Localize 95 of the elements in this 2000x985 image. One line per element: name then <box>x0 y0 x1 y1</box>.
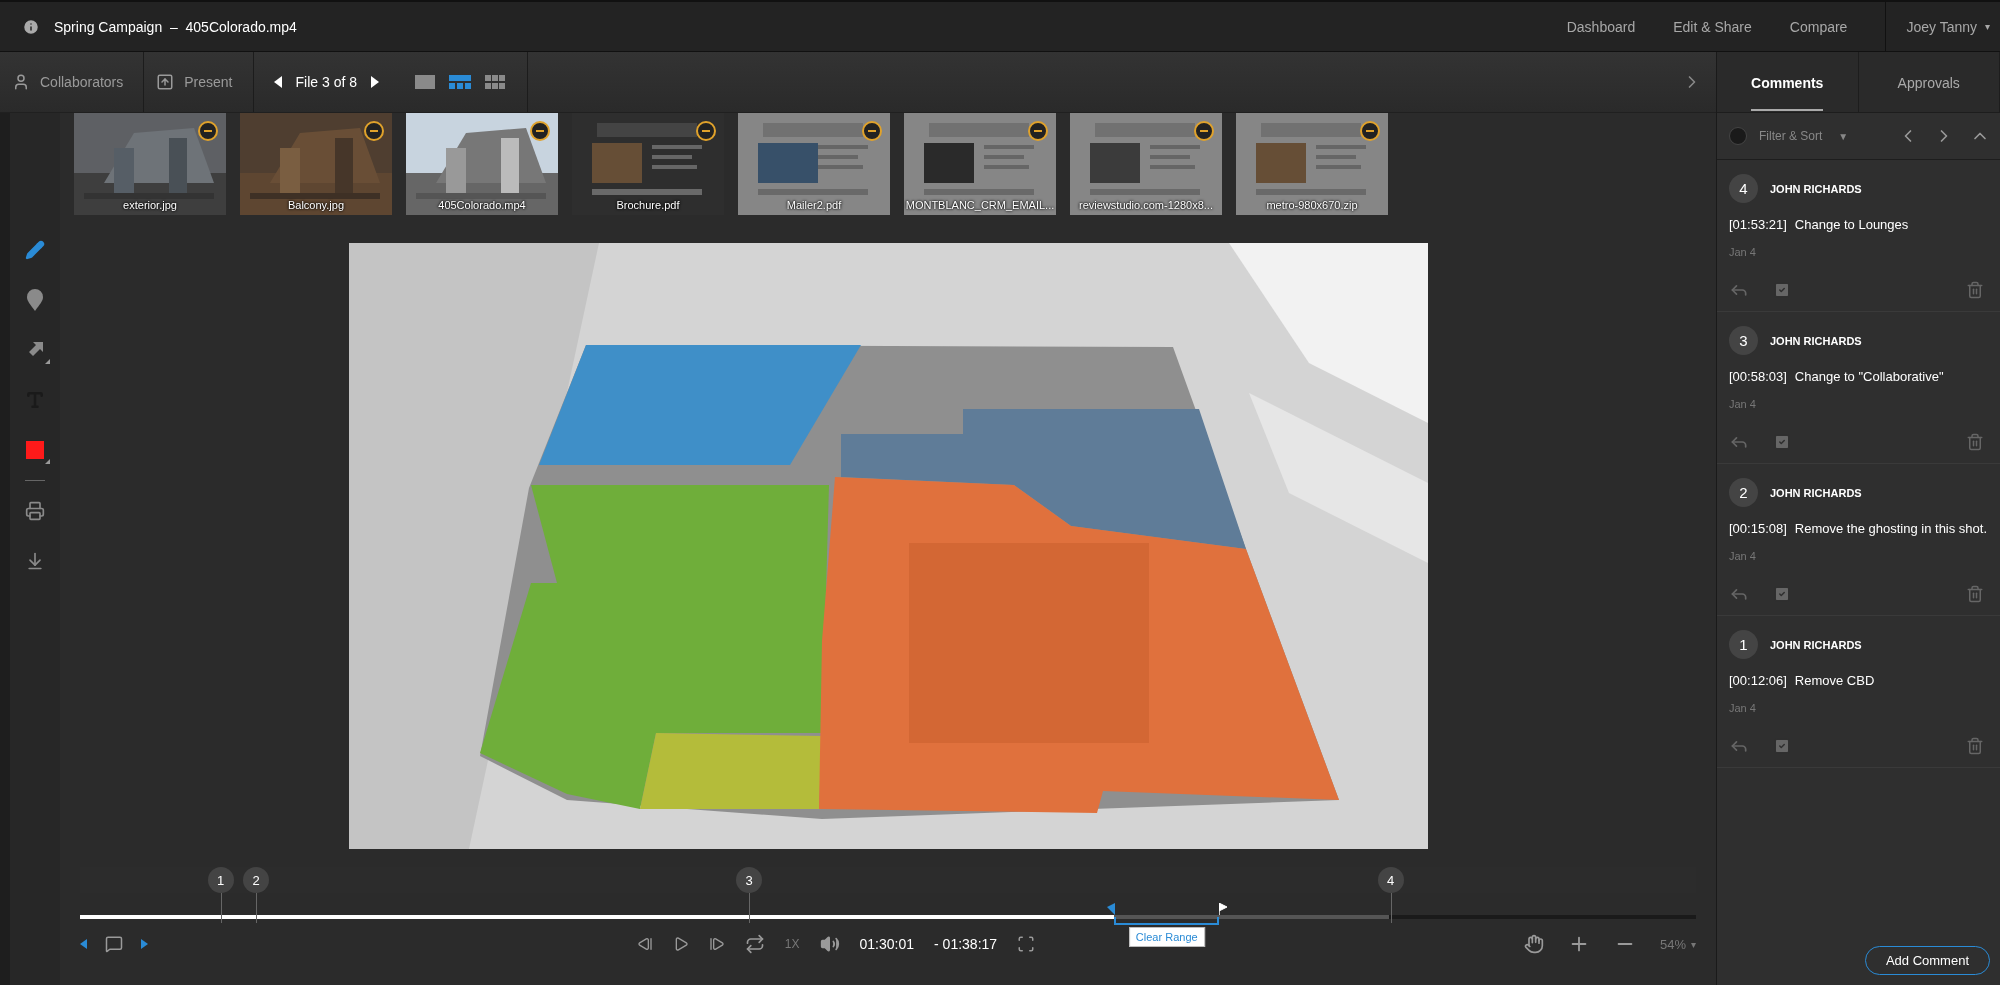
remove-icon[interactable] <box>1028 121 1048 141</box>
clear-range-button[interactable]: Clear Range <box>1128 927 1205 947</box>
comment-timecode[interactable]: [00:58:03] <box>1729 369 1787 384</box>
comment-date: Jan 4 <box>1729 398 1757 410</box>
file-thumbnail[interactable]: Mailer2.pdf <box>738 113 890 215</box>
comment-number: 4 <box>1729 174 1758 203</box>
delete-icon[interactable] <box>1966 585 1984 603</box>
step-back-icon[interactable] <box>636 936 653 952</box>
previous-comment-button[interactable] <box>80 939 87 949</box>
comment-marker[interactable]: 4 <box>1377 867 1404 893</box>
comment-author: JOHN RICHARDS <box>1770 638 1862 651</box>
next-comment-button[interactable] <box>141 939 148 949</box>
comment-marker[interactable]: 1 <box>207 867 234 893</box>
remove-icon[interactable] <box>862 121 882 141</box>
file-name: Mailer2.pdf <box>785 199 843 211</box>
comment-timecode[interactable]: [00:12:06] <box>1729 673 1787 688</box>
single-view-icon <box>415 75 435 89</box>
file-name: metro-980x670.zip <box>1265 199 1359 211</box>
collaborators-button[interactable]: Collaborators <box>0 52 145 112</box>
delete-icon[interactable] <box>1966 281 1984 299</box>
view-mode-button[interactable] <box>485 75 505 89</box>
file-thumbnail[interactable]: Balcony.jpg <box>240 113 392 215</box>
elapsed-time: 01:30:01 <box>859 936 915 952</box>
comment-icon[interactable] <box>105 935 123 953</box>
file-thumbnail[interactable]: MONTBLANC_CRM_EMAIL... <box>904 113 1056 215</box>
remove-icon[interactable] <box>198 121 218 141</box>
panel-tab[interactable]: Approvals <box>1858 52 2000 112</box>
resolve-checkbox-icon[interactable] <box>1773 433 1791 451</box>
file-thumbnail[interactable]: 405Colorado.mp4 <box>406 113 558 215</box>
comment-date: Jan 4 <box>1729 246 1757 258</box>
remove-icon[interactable] <box>364 121 384 141</box>
comment-number: 2 <box>1729 478 1758 507</box>
previous-file-button[interactable] <box>273 76 282 88</box>
file-counter: File 3 of 8 <box>295 74 357 90</box>
comment-date: Jan 4 <box>1729 550 1757 562</box>
fullscreen-icon[interactable] <box>1017 935 1036 953</box>
window-title: Spring Campaign – 405Colorado.mp4 <box>54 18 297 35</box>
volume-icon[interactable] <box>819 934 840 954</box>
nav-link[interactable]: Compare <box>1789 18 1848 35</box>
print-icon <box>25 501 45 521</box>
nav-link[interactable]: Dashboard <box>1566 18 1636 35</box>
loop-icon[interactable] <box>744 934 765 954</box>
person-icon <box>12 73 30 91</box>
file-name: Brochure.pdf <box>615 199 681 211</box>
remove-icon[interactable] <box>696 121 716 141</box>
comment-timecode[interactable]: [01:53:21] <box>1729 217 1787 232</box>
grid-view-icon <box>485 75 505 89</box>
comment-date: Jan 4 <box>1729 702 1757 714</box>
panel-tab[interactable]: Comments <box>1717 52 1859 112</box>
filter-sort-dropdown[interactable]: Filter & Sort ▼ <box>1759 129 1849 143</box>
resolve-checkbox-icon[interactable] <box>1773 585 1791 603</box>
info-icon[interactable] <box>22 17 40 36</box>
comment-number: 1 <box>1729 630 1758 659</box>
delete-icon[interactable] <box>1966 737 1984 755</box>
comment-text: Change to Lounges <box>1794 217 1909 232</box>
view-mode-button[interactable] <box>449 75 471 89</box>
present-icon <box>156 73 175 91</box>
comment-author: JOHN RICHARDS <box>1770 334 1862 347</box>
file-thumbnail[interactable]: exterior.jpg <box>74 113 226 215</box>
hand-icon[interactable] <box>1523 934 1544 954</box>
timeline-track[interactable] <box>80 915 1696 919</box>
remaining-time: - 01:38:17 <box>934 936 998 952</box>
comment-timecode[interactable]: [00:15:08] <box>1729 521 1787 536</box>
comment-text: Remove CBD <box>1794 673 1875 688</box>
resolve-checkbox-icon[interactable] <box>1773 737 1791 755</box>
present-button[interactable]: Present <box>144 52 254 112</box>
comment-marker[interactable]: 2 <box>243 867 270 893</box>
remove-icon[interactable] <box>1194 121 1214 141</box>
file-thumbnail[interactable]: reviewstudio.com-1280x8... <box>1070 113 1222 215</box>
range-start-handle[interactable] <box>1107 903 1116 915</box>
comment-text: Remove the ghosting in this shot. <box>1794 521 1988 536</box>
comment-number: 3 <box>1729 326 1758 355</box>
file-name: reviewstudio.com-1280x8... <box>1078 199 1214 211</box>
file-name: Balcony.jpg <box>286 199 346 211</box>
file-name: MONTBLANC_CRM_EMAIL... <box>904 199 1056 211</box>
next-file-button[interactable] <box>371 76 379 88</box>
comment-marker[interactable]: 3 <box>736 867 762 893</box>
file-thumbnail[interactable]: metro-980x670.zip <box>1236 113 1388 215</box>
pin-icon <box>26 289 44 311</box>
remove-icon[interactable] <box>1360 121 1380 141</box>
comment-text: Change to "Collaborative" <box>1794 369 1944 384</box>
comment-author: JOHN RICHARDS <box>1770 486 1862 499</box>
step-forward-icon[interactable] <box>708 936 725 952</box>
file-name: exterior.jpg <box>122 199 178 211</box>
comment-author: JOHN RICHARDS <box>1770 182 1862 195</box>
resolve-checkbox-icon[interactable] <box>1773 281 1791 299</box>
filter-dot-icon <box>1729 127 1747 145</box>
pencil-icon <box>25 240 45 260</box>
range-end-flag[interactable] <box>1219 903 1228 915</box>
file-name: 405Colorado.mp4 <box>437 199 527 211</box>
user-menu[interactable]: Joey Tanny ▾ <box>1885 2 2000 51</box>
download-icon <box>25 551 45 571</box>
delete-icon[interactable] <box>1966 433 1984 451</box>
filmstrip-view-icon <box>449 75 471 89</box>
nav-link[interactable]: Edit & Share <box>1673 18 1752 35</box>
